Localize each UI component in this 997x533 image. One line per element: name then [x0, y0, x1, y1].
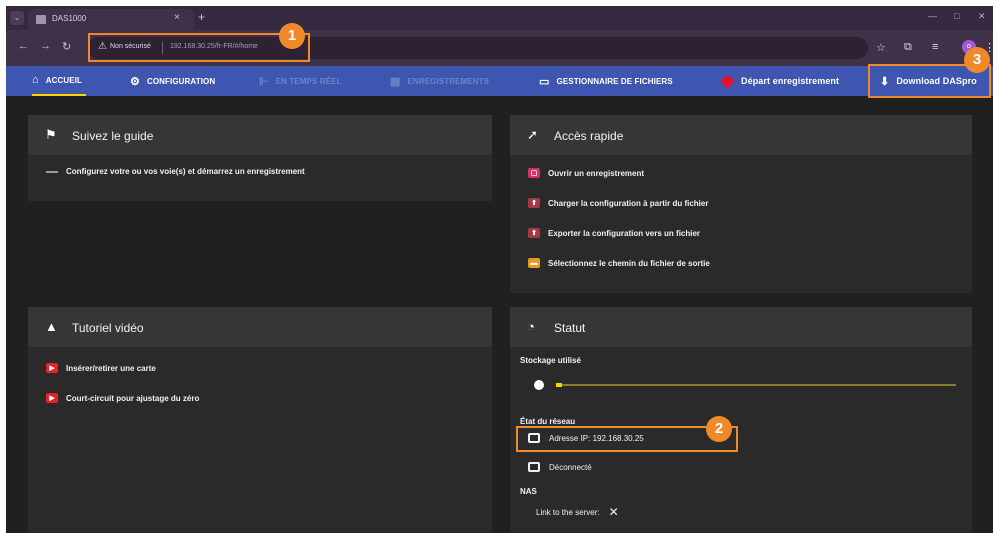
reload-icon[interactable]: ↻: [62, 40, 71, 53]
open-recording-label: Ouvrir un enregistrement: [548, 168, 645, 178]
guide-card: ⚑ Suivez le guide Configurez votre ou vo…: [28, 115, 492, 201]
bookmark-star-icon[interactable]: ☆: [876, 41, 886, 54]
folder-orange-icon: ▬: [528, 258, 540, 268]
realtime-icon: ⊩: [259, 75, 269, 88]
graduation-cap-icon: ▲: [45, 319, 58, 334]
tutorial-item-label: Court-circuit pour ajustage du zéro: [66, 393, 200, 403]
url-highlight: [88, 33, 310, 62]
status-card: ◔ Statut Stockage utilisé État du réseau…: [510, 307, 972, 533]
browser-window: ⌄ DAS1000 × + — □ ✕ ← → ↻ ⚠ Non sécurisé…: [6, 6, 993, 533]
close-x-icon: ✕: [608, 505, 619, 519]
upload-icon: ⬆: [528, 198, 540, 208]
tab-title: DAS1000: [52, 14, 87, 23]
network-label: État du réseau: [520, 417, 576, 426]
nav-configuration-label: CONFIGURATION: [146, 76, 216, 86]
nav-configuration[interactable]: ⚙ CONFIGURATION: [130, 66, 215, 96]
quick-access-title: Accès rapide: [554, 129, 624, 143]
nav-temps-reel-label: EN TEMPS RÉEL: [275, 76, 342, 86]
load-config-link[interactable]: ⬆ Charger la configuration à partir du f…: [528, 198, 708, 208]
annotation-badge-3: 3: [964, 47, 990, 73]
tab-strip: ⌄ DAS1000 × + — □ ✕: [6, 6, 993, 30]
nas-link-row: Link to the server: ✕: [536, 505, 619, 519]
nas-link-label: Link to the server:: [536, 507, 600, 517]
export-config-label: Exporter la configuration vers un fichie…: [548, 228, 701, 238]
quick-access-header: ➚ Accès rapide: [510, 115, 972, 155]
close-window-icon[interactable]: ✕: [978, 11, 986, 22]
minimize-icon[interactable]: —: [928, 11, 937, 21]
extensions-icon[interactable]: ⧉: [904, 41, 912, 54]
nav-enregistrements-label: ENREGISTREMENTS: [407, 76, 490, 86]
load-config-label: Charger la configuration à partir du fic…: [548, 198, 709, 208]
tutorial-item-label: Insérer/retirer une carte: [66, 363, 156, 373]
guide-step[interactable]: Configurez votre ou vos voie(s) et démar…: [46, 167, 305, 176]
storage-indicator: [534, 380, 544, 390]
recordings-icon: ▦: [390, 75, 401, 88]
storage-track: [556, 384, 956, 386]
youtube-icon: ▶: [46, 393, 58, 403]
favicon-icon: [36, 15, 46, 24]
storage-fill: [556, 383, 562, 387]
maximize-icon[interactable]: □: [954, 11, 959, 21]
disconnected-label: Déconnecté: [549, 462, 592, 472]
open-recording-link[interactable]: ▢ Ouvrir un enregistrement: [528, 168, 644, 178]
settings-icon: ⚙: [130, 75, 140, 88]
tutorial-card: ▲ Tutoriel vidéo ▶ Insérer/retirer une c…: [28, 307, 492, 533]
status-header: ◔ Statut: [510, 307, 972, 347]
start-recording-button[interactable]: Départ enregistrement: [722, 66, 839, 96]
media-icon[interactable]: ≡: [932, 41, 938, 53]
tutorial-item[interactable]: ▶ Insérer/retirer une carte: [46, 363, 156, 373]
youtube-icon: ▶: [46, 363, 58, 373]
nav-enregistrements[interactable]: ▦ ENREGISTREMENTS: [390, 66, 489, 96]
back-icon[interactable]: ←: [18, 40, 29, 52]
gauge-icon: ◔: [527, 319, 535, 334]
export-icon: ⬆: [528, 228, 540, 238]
tab-close-icon[interactable]: ×: [174, 12, 180, 23]
tutorial-header: ▲ Tutoriel vidéo: [28, 307, 492, 347]
guide-step-label: Configurez votre ou vos voie(s) et démar…: [66, 167, 305, 176]
export-config-link[interactable]: ⬆ Exporter la configuration vers un fich…: [528, 228, 700, 238]
output-path-link[interactable]: ▬ Sélectionnez le chemin du fichier de s…: [528, 258, 710, 268]
hiking-icon: ⚑: [45, 127, 57, 142]
forward-icon[interactable]: →: [40, 40, 51, 52]
nas-label: NAS: [520, 487, 537, 496]
status-title: Statut: [554, 321, 586, 335]
nav-gestionnaire-label: GESTIONNAIRE DE FICHIERS: [556, 76, 673, 86]
record-icon: [722, 75, 733, 87]
new-tab-button[interactable]: +: [198, 10, 205, 24]
rocket-icon: ➚: [527, 127, 538, 142]
output-path-label: Sélectionnez le chemin du fichier de sor…: [548, 258, 710, 268]
folder-icon: ▭: [539, 75, 550, 88]
disconnected-row: Déconnecté: [528, 462, 592, 472]
network-icon: [528, 462, 540, 472]
ip-highlight: [516, 426, 738, 452]
nav-accueil[interactable]: ⌂ ACCUEIL: [32, 66, 87, 96]
tutorial-item[interactable]: ▶ Court-circuit pour ajustage du zéro: [46, 393, 199, 403]
nav-gestionnaire[interactable]: ▭ GESTIONNAIRE DE FICHIERS: [539, 66, 673, 96]
nav-accueil-label: ACCUEIL: [45, 75, 83, 85]
open-file-icon: ▢: [528, 168, 540, 178]
annotation-badge-1: 1: [279, 23, 305, 49]
annotation-badge-2: 2: [706, 416, 732, 442]
start-recording-label: Départ enregistrement: [741, 76, 840, 86]
tab-search-icon[interactable]: ⌄: [10, 11, 24, 25]
quick-access-card: ➚ Accès rapide ▢ Ouvrir un enregistremen…: [510, 115, 972, 293]
guide-title: Suivez le guide: [72, 129, 154, 143]
home-icon: ⌂: [32, 74, 39, 86]
app-navigation: ⌂ ACCUEIL ⚙ CONFIGURATION ⊩ EN TEMPS RÉE…: [6, 66, 993, 96]
guide-card-header: ⚑ Suivez le guide: [28, 115, 492, 155]
storage-label: Stockage utilisé: [520, 356, 581, 365]
browser-tab[interactable]: DAS1000 ×: [28, 9, 194, 30]
tutorial-title: Tutoriel vidéo: [72, 321, 144, 335]
step-dash-icon: [46, 170, 58, 173]
nav-temps-reel[interactable]: ⊩ EN TEMPS RÉEL: [259, 66, 341, 96]
